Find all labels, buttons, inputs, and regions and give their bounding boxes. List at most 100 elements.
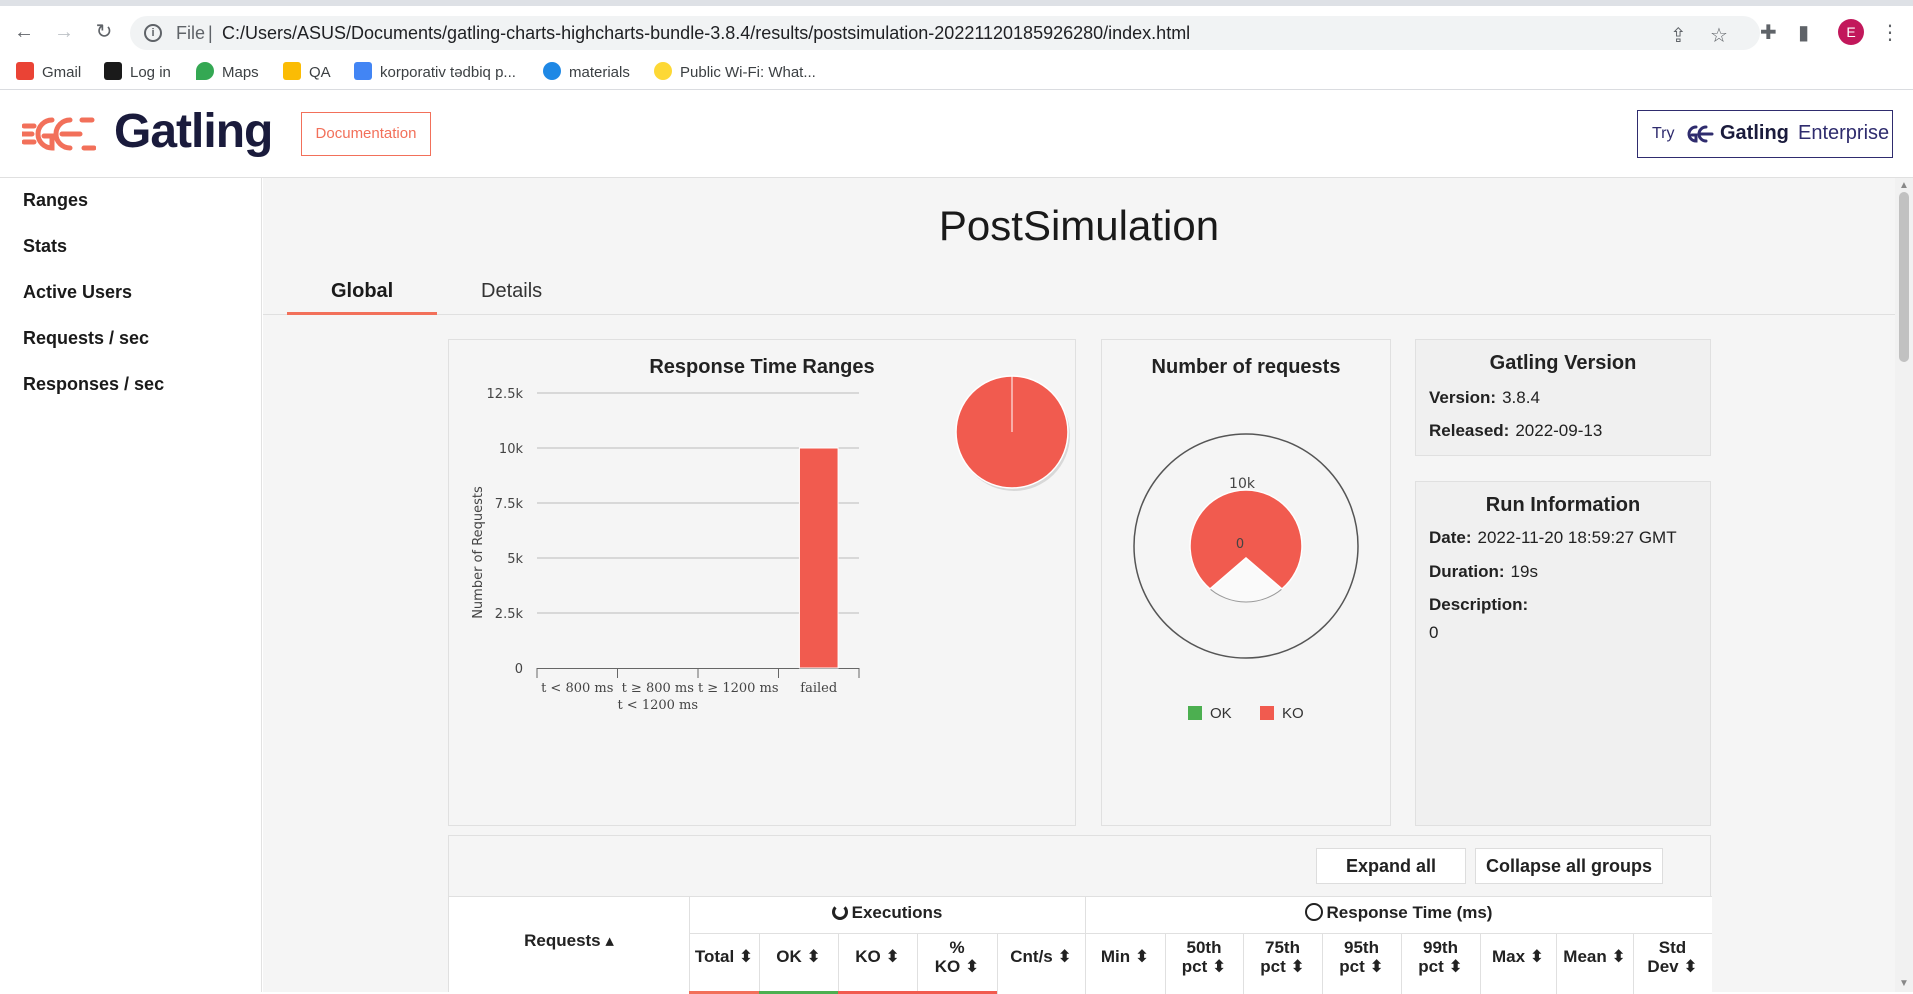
date-label: Date: — [1429, 528, 1472, 547]
sidebar-item-requests-per-sec[interactable]: Requests / sec — [23, 328, 149, 349]
y-tick-label: 5k — [507, 552, 523, 567]
side-panel-icon[interactable]: ▮ — [1798, 20, 1809, 45]
stats-table-header: Requests ▴ Executions Response Time (ms)… — [449, 896, 1712, 994]
tab-details[interactable]: Details — [481, 280, 542, 303]
column-header-std-dev[interactable]: Std Dev ⬍ — [1633, 938, 1712, 976]
divider — [1322, 933, 1323, 994]
profile-avatar[interactable]: E — [1838, 19, 1864, 45]
try-enterprise-button[interactable]: Try Gatling Enterprise — [1637, 110, 1893, 158]
bookmark-qa[interactable]: QA — [283, 62, 331, 81]
sidebar-item-active-users[interactable]: Active Users — [23, 282, 132, 303]
column-header--ko[interactable]: % KO ⬍ — [917, 938, 997, 976]
column-header-99th-pct[interactable]: 99th pct ⬍ — [1401, 938, 1480, 976]
bookmark-maps[interactable]: Maps — [196, 62, 259, 81]
description-value: 0 — [1429, 623, 1439, 642]
bookmark-star-icon[interactable]: ☆ — [1710, 23, 1728, 48]
y-tick-label: 10k — [499, 442, 524, 457]
home-icon — [104, 62, 122, 80]
column-header-max[interactable]: Max ⬍ — [1480, 947, 1556, 966]
legend-ok[interactable]: OK — [1188, 705, 1232, 722]
bookmark-gmail[interactable]: Gmail — [16, 62, 81, 81]
drive-icon — [354, 62, 372, 80]
address-bar[interactable]: i File | C:/Users/ASUS/Documents/gatling… — [130, 16, 1760, 50]
y-tick-label: 7.5k — [495, 497, 524, 512]
documentation-button[interactable]: Documentation — [301, 112, 431, 156]
tab-global[interactable]: Global — [331, 280, 393, 303]
column-header-min[interactable]: Min ⬍ — [1085, 947, 1165, 966]
sidebar-item-responses-per-sec[interactable]: Responses / sec — [23, 374, 164, 395]
bookmark-korporativ[interactable]: korporativ tədbiq p... — [354, 62, 516, 81]
sidebar-item-stats[interactable]: Stats — [23, 236, 67, 257]
column-header-ko[interactable]: KO ⬍ — [838, 947, 917, 966]
y-tick-label: 2.5k — [495, 607, 524, 622]
number-of-requests-chart: 10k 0 — [1133, 433, 1359, 659]
enterprise-text: Enterprise — [1798, 122, 1890, 144]
response-time-ranges-panel: Response Time Ranges 0 2.5k 5k 7.5k 10k 12.5k… — [448, 339, 1076, 826]
column-header-95th-pct[interactable]: 95th pct ⬍ — [1322, 938, 1401, 976]
scroll-up-icon[interactable]: ▲ — [1899, 180, 1909, 191]
page-title: PostSimulation — [938, 202, 1220, 249]
browser-toolbar: ← → ↻ i File | C:/Users/ASUS/Documents/g… — [0, 0, 1913, 52]
legend-ko-label: KO — [1282, 705, 1304, 722]
gatling-logo-icon[interactable] — [22, 112, 96, 156]
reload-icon[interactable]: ↻ — [92, 20, 116, 44]
bar-3[interactable] — [798, 447, 839, 669]
x-tick-label: t < 1200 ms — [617, 698, 698, 713]
enterprise-gatling-text: Gatling — [1720, 122, 1789, 144]
scroll-thumb[interactable] — [1899, 192, 1909, 362]
y-axis-label: Number of Requests — [471, 486, 486, 619]
outer-value-label: 10k — [1229, 476, 1256, 492]
clock-icon — [1304, 903, 1323, 921]
response-time-ranges-chart: 0 2.5k 5k 7.5k 10k 12.5k Number of Requests t <… — [471, 375, 1070, 713]
date-value: 2022-11-20 18:59:27 GMT — [1477, 528, 1677, 547]
divider — [1085, 933, 1086, 994]
gatling-version-title: Gatling Version — [1489, 352, 1637, 374]
column-header-total[interactable]: Total ⬍ — [689, 947, 759, 966]
extensions-icon[interactable]: ✚ — [1760, 20, 1777, 45]
divider — [1243, 933, 1244, 994]
gatling-logo-text[interactable]: Gatling — [114, 104, 273, 159]
column-header-mean[interactable]: Mean ⬍ — [1556, 947, 1633, 966]
back-arrow-icon[interactable]: ← — [12, 20, 36, 44]
response-time-header-label: Response Time (ms) — [1326, 903, 1493, 922]
run-information-panel: Run Information Date: 2022-11-20 18:59:27… — [1415, 481, 1711, 826]
version-value: 3.8.4 — [1502, 388, 1540, 407]
bookmark-materials[interactable]: materials — [543, 62, 630, 81]
sidebar-item-ranges[interactable]: Ranges — [23, 190, 88, 211]
collapse-all-groups-button[interactable]: Collapse all groups — [1475, 848, 1663, 884]
divider — [838, 933, 839, 994]
divider — [1633, 933, 1634, 994]
divider — [1556, 933, 1557, 994]
bookmark-public-wifi[interactable]: Public Wi-Fi: What... — [654, 62, 816, 81]
column-header-50th-pct[interactable]: 50th pct ⬍ — [1165, 938, 1243, 976]
url-text[interactable]: C:/Users/ASUS/Documents/gatling-charts-h… — [222, 23, 1190, 44]
gatling-version-panel: Gatling Version Version: 3.8.4 Released: 2… — [1415, 339, 1711, 456]
column-header-ok[interactable]: OK ⬍ — [759, 947, 838, 966]
active-tab-indicator — [287, 312, 437, 315]
released-label: Released: — [1429, 421, 1510, 440]
page-scrollbar[interactable]: ▲ ▼ — [1895, 178, 1913, 992]
main-content: PostSimulation Global Details Response T… — [263, 178, 1895, 994]
run-information-title: Run Information — [1485, 494, 1641, 516]
executions-icon — [831, 904, 848, 920]
expand-all-groups-button[interactable]: Expand all groups — [1316, 848, 1466, 910]
requests-column-header[interactable]: Requests ▴ — [449, 931, 689, 951]
y-tick-label: 12.5k — [487, 387, 524, 402]
divider — [1401, 933, 1402, 994]
sidebar: Ranges Stats Active Users Requests / sec… — [0, 178, 262, 992]
bookmark-login[interactable]: Log in — [104, 62, 171, 81]
scroll-down-icon[interactable]: ▼ — [1899, 978, 1909, 989]
menu-kebab-icon[interactable]: ⋮ — [1880, 20, 1900, 45]
legend-ko[interactable]: KO — [1260, 705, 1304, 722]
forward-arrow-icon[interactable]: → — [52, 20, 76, 44]
response-time-group-header: Response Time (ms) — [1085, 903, 1712, 923]
column-header-75th-pct[interactable]: 75th pct ⬍ — [1243, 938, 1322, 976]
info-icon[interactable]: i — [144, 24, 162, 42]
gatling-header: Gatling Documentation Try Gatling Enterp… — [0, 90, 1913, 178]
bookmark-label: Maps — [222, 64, 259, 81]
url-separator: | — [208, 23, 213, 43]
column-header-cnt-s[interactable]: Cnt/s ⬍ — [997, 947, 1085, 966]
share-icon[interactable]: ⇪ — [1670, 23, 1687, 48]
url-scheme: File — [176, 23, 206, 43]
x-tick-label: t ≥ 800 ms — [622, 681, 694, 696]
